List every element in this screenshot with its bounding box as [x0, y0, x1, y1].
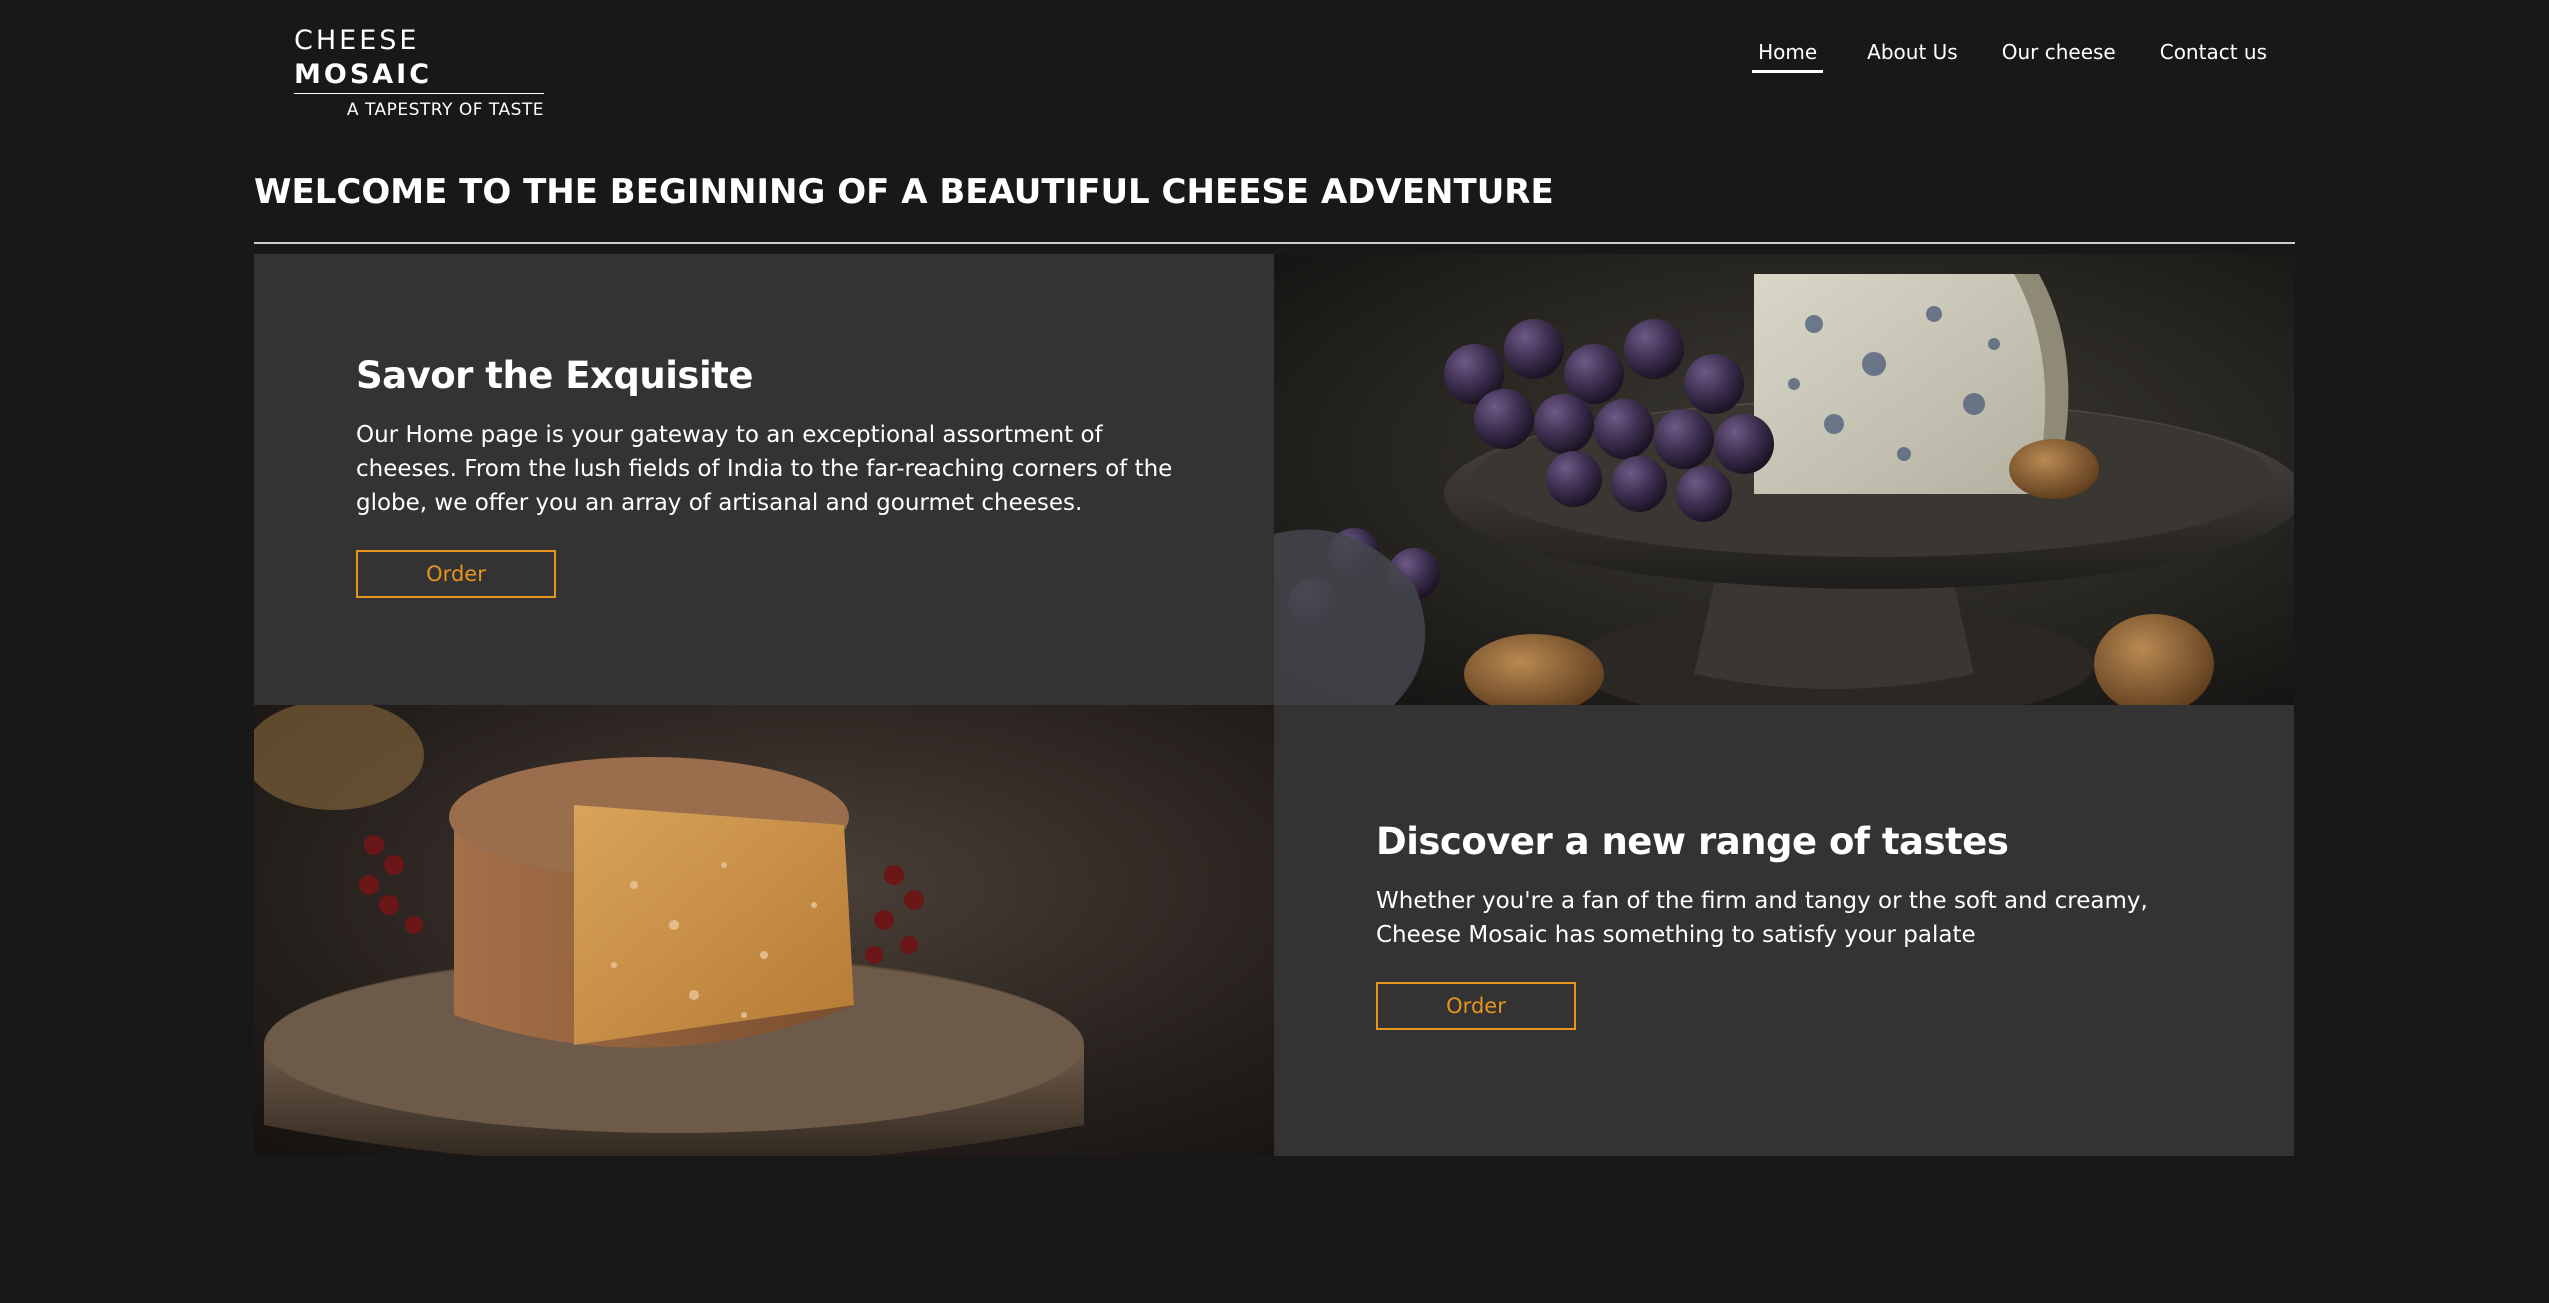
feature-savor: Savor the Exquisite Our Home page is you… [254, 254, 1274, 705]
nav-our-cheese[interactable]: Our cheese [2002, 40, 2116, 73]
feature-discover-title: Discover a new range of tastes [1376, 820, 2009, 863]
nav-contact-us[interactable]: Contact us [2160, 40, 2267, 73]
nav-about-us[interactable]: About Us [1867, 40, 1958, 73]
feature-discover: Discover a new range of tastes Whether y… [1274, 705, 2294, 1156]
logo-tagline: A TAPESTRY OF TASTE [346, 100, 544, 120]
feature-grid: Savor the Exquisite Our Home page is you… [254, 254, 2294, 1156]
heading-divider [254, 242, 2295, 244]
logo[interactable]: CHEESE MOSAIC A TAPESTRY OF TASTE [294, 24, 544, 120]
blue-cheese-grapes-icon [1274, 254, 2294, 705]
logo-word-mosaic: MOSAIC [294, 59, 433, 90]
logo-word-cheese: CHEESE [294, 25, 420, 56]
aged-cheese-wheel-icon [254, 705, 1274, 1156]
welcome-heading: WELCOME TO THE BEGINNING OF A BEAUTIFUL … [254, 172, 1554, 212]
logo-title: CHEESE MOSAIC [294, 24, 544, 94]
feature-savor-title: Savor the Exquisite [356, 354, 753, 397]
feature-discover-content: Discover a new range of tastes Whether y… [1376, 818, 2206, 1030]
blue-cheese-image [1274, 254, 2294, 705]
cheese-wheel-image [254, 705, 1274, 1156]
page: CHEESE MOSAIC A TAPESTRY OF TASTE Home A… [0, 0, 2549, 1303]
order-button[interactable]: Order [1376, 982, 1576, 1030]
nav-home[interactable]: Home [1752, 40, 1824, 73]
order-button[interactable]: Order [356, 550, 556, 598]
feature-discover-body: Whether you're a fan of the firm and tan… [1376, 888, 2148, 948]
feature-savor-body: Our Home page is your gateway to an exce… [356, 422, 1173, 516]
feature-savor-content: Savor the Exquisite Our Home page is you… [356, 352, 1186, 598]
main-nav: Home About Us Our cheese Contact us [1752, 40, 2267, 73]
